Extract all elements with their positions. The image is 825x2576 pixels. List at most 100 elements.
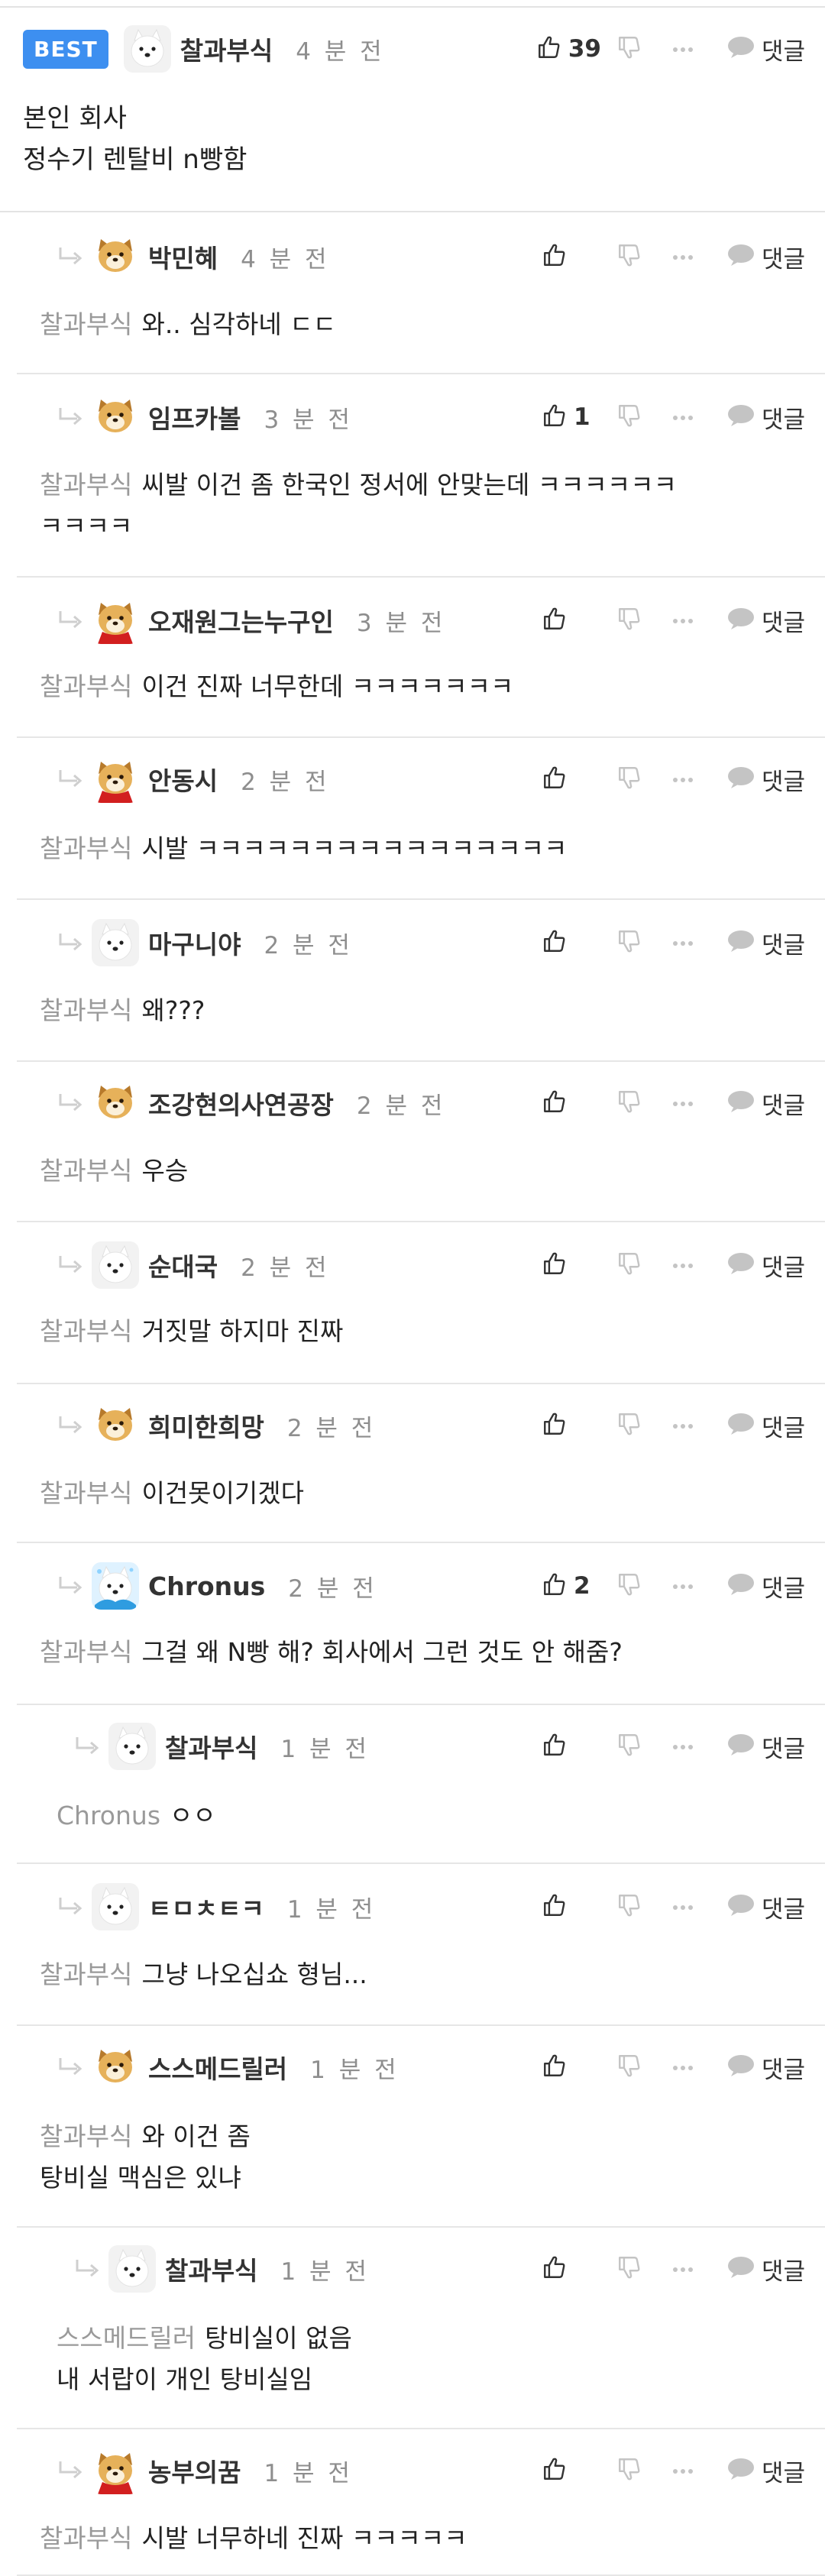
dislike-button[interactable] xyxy=(616,1411,642,1440)
mention-tag[interactable]: 찰과부식 xyxy=(40,1316,132,1346)
username[interactable]: 스스메드릴러 xyxy=(148,2049,287,2086)
dislike-button[interactable] xyxy=(616,928,642,957)
username[interactable]: 희미한희망 xyxy=(148,1407,264,1444)
avatar[interactable] xyxy=(92,597,139,644)
more-options-button[interactable] xyxy=(671,2262,694,2277)
more-options-button[interactable] xyxy=(671,42,694,57)
reply-button[interactable]: 댓글 xyxy=(726,926,805,960)
more-options-button[interactable] xyxy=(671,2464,694,2478)
mention-tag[interactable]: 찰과부식 xyxy=(40,672,132,701)
username[interactable]: 임프카볼 xyxy=(148,399,241,435)
reply-button[interactable]: 댓글 xyxy=(726,400,805,435)
reply-button[interactable]: 댓글 xyxy=(726,1569,805,1604)
like-button[interactable] xyxy=(542,2254,601,2283)
like-button[interactable] xyxy=(542,1089,601,1118)
reply-button[interactable]: 댓글 xyxy=(726,1890,805,1924)
mention-tag[interactable]: 찰과부식 xyxy=(40,1478,132,1508)
avatar[interactable] xyxy=(92,393,139,441)
dislike-button[interactable] xyxy=(616,765,642,794)
username[interactable]: ㅌㅁㅊㅌㅋ xyxy=(148,1888,264,1925)
avatar[interactable] xyxy=(92,1883,139,1930)
mention-tag[interactable]: 스스메드릴러 xyxy=(57,2323,196,2353)
dislike-button[interactable] xyxy=(616,1571,642,1600)
avatar[interactable] xyxy=(108,1723,156,1770)
like-button[interactable] xyxy=(542,928,601,957)
dislike-button[interactable] xyxy=(616,2254,642,2283)
avatar[interactable] xyxy=(92,2044,139,2091)
avatar[interactable] xyxy=(92,1402,139,1449)
avatar[interactable] xyxy=(92,1241,139,1289)
reply-button[interactable]: 댓글 xyxy=(726,604,805,638)
dislike-button[interactable] xyxy=(616,1251,642,1280)
mention-tag[interactable]: 찰과부식 xyxy=(40,995,132,1025)
mention-tag[interactable]: Chronus xyxy=(57,1801,160,1830)
dislike-button[interactable] xyxy=(616,1892,642,1921)
dislike-button[interactable] xyxy=(616,34,642,63)
username[interactable]: Chronus xyxy=(148,1571,265,1601)
avatar[interactable] xyxy=(92,2447,139,2494)
like-button[interactable]: 39 xyxy=(536,34,601,63)
dislike-button[interactable] xyxy=(616,2456,642,2485)
dislike-button[interactable] xyxy=(616,242,642,271)
more-options-button[interactable] xyxy=(671,1900,694,1914)
username[interactable]: 찰과부식 xyxy=(165,1728,257,1765)
username[interactable]: 조강현의사연공장 xyxy=(148,1085,334,1121)
more-options-button[interactable] xyxy=(671,936,694,950)
username[interactable]: 농부의꿈 xyxy=(148,2452,241,2489)
avatar[interactable] xyxy=(92,233,139,280)
more-options-button[interactable] xyxy=(671,1579,694,1594)
reply-button[interactable]: 댓글 xyxy=(726,2252,805,2286)
dislike-button[interactable] xyxy=(616,2053,642,2082)
like-button[interactable]: 1 xyxy=(542,403,601,432)
like-button[interactable] xyxy=(542,1251,601,1280)
dislike-button[interactable] xyxy=(616,1089,642,1118)
reply-button[interactable]: 댓글 xyxy=(726,2454,805,2488)
reply-button[interactable]: 댓글 xyxy=(726,1730,805,1764)
username[interactable]: 순대국 xyxy=(148,1247,218,1283)
reply-button[interactable]: 댓글 xyxy=(726,762,805,797)
dislike-button[interactable] xyxy=(616,1732,642,1761)
mention-tag[interactable]: 찰과부식 xyxy=(40,309,132,339)
username[interactable]: 안동시 xyxy=(148,761,218,798)
dislike-button[interactable] xyxy=(616,403,642,432)
like-button[interactable] xyxy=(542,1732,601,1761)
mention-tag[interactable]: 찰과부식 xyxy=(40,470,132,500)
more-options-button[interactable] xyxy=(671,1096,694,1111)
username[interactable]: 마구니야 xyxy=(148,924,241,961)
more-options-button[interactable] xyxy=(671,410,694,425)
like-button[interactable] xyxy=(542,1411,601,1440)
like-button[interactable] xyxy=(542,765,601,794)
reply-button[interactable]: 댓글 xyxy=(726,32,805,66)
more-options-button[interactable] xyxy=(671,1739,694,1754)
username[interactable]: 찰과부식 xyxy=(165,2251,257,2287)
more-options-button[interactable] xyxy=(671,613,694,628)
reply-button[interactable]: 댓글 xyxy=(726,2050,805,2085)
avatar[interactable] xyxy=(92,1079,139,1127)
like-button[interactable] xyxy=(542,606,601,635)
username[interactable]: 오재원그는누구인 xyxy=(148,602,334,639)
reply-button[interactable]: 댓글 xyxy=(726,1248,805,1283)
like-button[interactable] xyxy=(542,1892,601,1921)
more-options-button[interactable] xyxy=(671,1258,694,1273)
mention-tag[interactable]: 찰과부식 xyxy=(40,833,132,863)
mention-tag[interactable]: 찰과부식 xyxy=(40,2523,132,2553)
avatar[interactable] xyxy=(92,756,139,803)
username[interactable]: 박민혜 xyxy=(148,238,218,275)
more-options-button[interactable] xyxy=(671,772,694,787)
more-options-button[interactable] xyxy=(671,2060,694,2075)
mention-tag[interactable]: 찰과부식 xyxy=(40,1156,132,1186)
dislike-button[interactable] xyxy=(616,606,642,635)
like-button[interactable] xyxy=(542,2053,601,2082)
avatar[interactable] xyxy=(108,2245,156,2293)
more-options-button[interactable] xyxy=(671,1419,694,1433)
like-button[interactable] xyxy=(542,2456,601,2485)
mention-tag[interactable]: 찰과부식 xyxy=(40,2121,132,2151)
avatar[interactable] xyxy=(123,25,171,73)
mention-tag[interactable]: 찰과부식 xyxy=(40,1637,132,1667)
like-button[interactable] xyxy=(542,242,601,271)
reply-button[interactable]: 댓글 xyxy=(726,1086,805,1121)
more-options-button[interactable] xyxy=(671,250,694,264)
like-button[interactable]: 2 xyxy=(542,1571,601,1600)
reply-button[interactable]: 댓글 xyxy=(726,1409,805,1443)
username[interactable]: 찰과부식 xyxy=(180,31,273,67)
